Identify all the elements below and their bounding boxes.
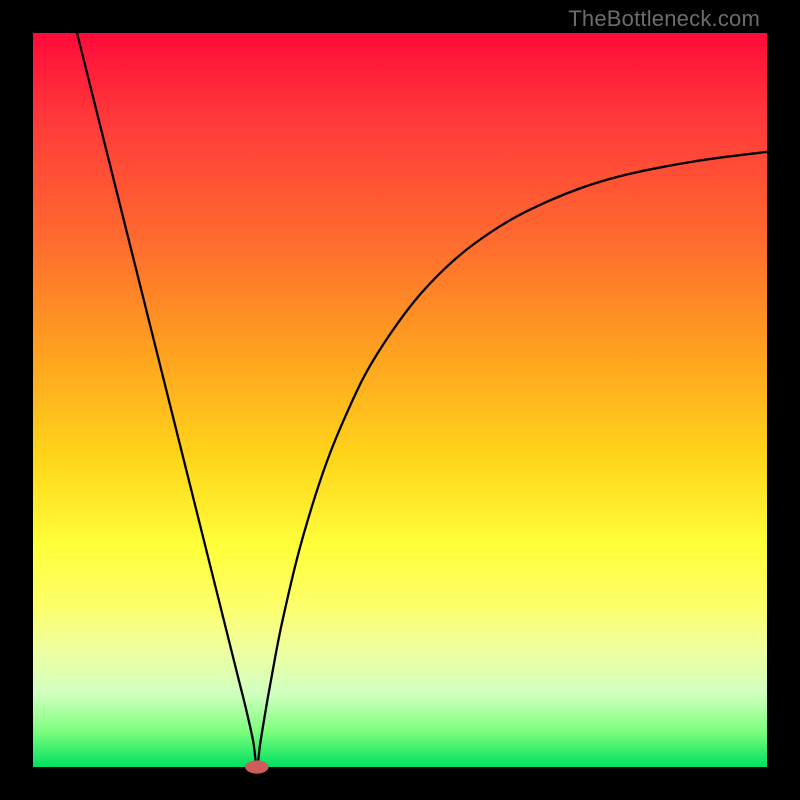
bottleneck-curve xyxy=(77,33,767,767)
curve-svg xyxy=(33,33,767,767)
minimum-marker xyxy=(245,760,268,773)
plot-area xyxy=(33,33,767,767)
chart-stage: TheBottleneck.com xyxy=(0,0,800,800)
watermark-text: TheBottleneck.com xyxy=(568,6,760,32)
